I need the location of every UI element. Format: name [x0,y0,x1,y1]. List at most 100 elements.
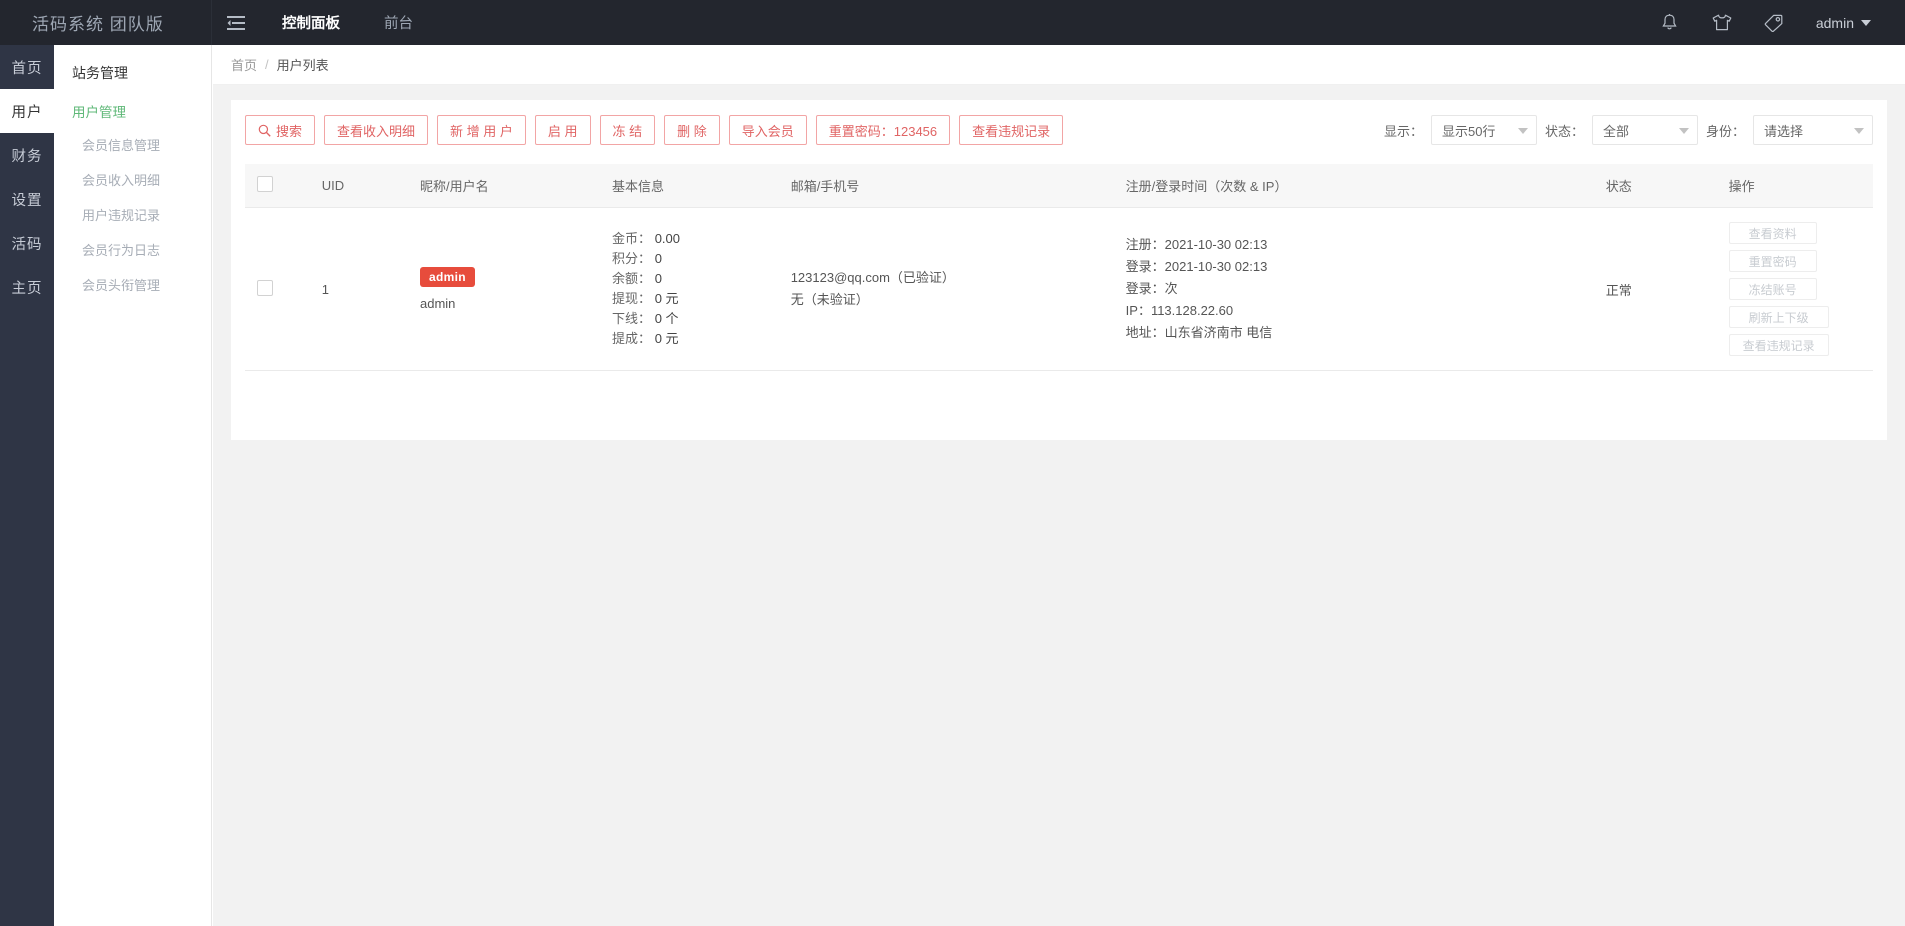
col-header-status: 状态 [1593,164,1717,208]
contact-email: 123123@qq.com（已验证） [790,270,955,285]
basic-info-balance-key: 余额： [612,271,652,286]
basic-info-withdraw-key: 提现： [612,291,652,306]
row-reset-password-button[interactable]: 重置密码 [1728,250,1817,272]
view-violation-records-button[interactable]: 查看违规记录 [959,115,1064,145]
col-header-time: 注册/登录时间（次数 & IP） [1113,164,1594,208]
row-view-violation-button[interactable]: 查看违规记录 [1728,334,1829,356]
subnav-item-member-income[interactable]: 会员收入明细 [54,162,211,197]
basic-info-balance: 余额： 0 [612,269,767,289]
breadcrumb-separator: / [265,57,269,72]
subnav-group-user-management[interactable]: 用户管理 [54,93,211,127]
search-button[interactable]: 搜索 [245,115,316,145]
header-right: admin [1644,0,1905,45]
cell-uid: 1 [309,207,408,371]
user-list-card: 搜索 查看收入明细 新 增 用 户 启 用 冻 结 删 除 导入会员 重置密码：… [231,100,1887,440]
main-content: 首页 / 用户列表 搜索 查看收入明细 新 增 用 户 启 用 冻 结 删 除 … [213,45,1905,926]
freeze-account-button[interactable]: 冻结账号 [1728,278,1817,300]
cell-basic-info: 金币： 0.00 积分： 0 余额： 0 提现： 0 元 下线： 0 个 提成：… [600,207,779,371]
role-badge: admin [420,267,475,287]
select-all-checkbox[interactable] [257,176,273,192]
login-time: 登录：2021-10-30 02:13 [1125,259,1268,274]
freeze-button[interactable]: 冻 结 [599,115,656,145]
subnav-item-behavior-log[interactable]: 会员行为日志 [54,232,211,267]
primary-sidebar: 首页 用户 财务 设置 活码 主页 [0,45,54,926]
user-menu-label: admin [1815,14,1854,31]
row-select-cell [245,207,310,371]
user-menu[interactable]: admin [1800,0,1877,45]
col-header-uid: UID [309,164,408,208]
role-filter-label: 身份： [1705,123,1745,139]
basic-info-downline: 下线： 0 个 [612,309,767,329]
login-ip: IP：113.128.22.60 [1125,303,1234,318]
view-profile-button[interactable]: 查看资料 [1728,222,1817,244]
bell-icon[interactable] [1644,0,1696,45]
role-filter-select[interactable]: 请选择 [1753,115,1873,145]
sidebar-item-finance[interactable]: 财务 [0,133,54,177]
table-row: 1 admin admin 金币： 0.00 积分： 0 余额： 0 提现： 0… [245,207,1873,371]
username-text: admin [420,296,456,311]
breadcrumb-home[interactable]: 首页 [231,55,257,74]
cell-contact: 123123@qq.com（已验证） 无（未验证） [778,207,1114,371]
user-table-head: UID 昵称/用户名 基本信息 邮箱/手机号 注册/登录时间（次数 & IP） … [245,164,1873,208]
sidebar-item-home[interactable]: 首页 [0,45,54,89]
basic-info-commission-value: 0 元 [654,331,679,346]
register-time: 注册：2021-10-30 02:13 [1125,237,1268,252]
chevron-down-icon [1678,128,1689,134]
col-header-operation: 操作 [1716,164,1873,208]
subnav-item-violation-records[interactable]: 用户违规记录 [54,197,211,232]
app-header: 活码系统 团队版 控制面板 前台 admin [0,0,1905,45]
sidebar-item-settings[interactable]: 设置 [0,177,54,221]
chevron-down-icon [1517,128,1528,134]
row-checkbox[interactable] [257,279,273,296]
basic-info-withdraw: 提现： 0 元 [612,289,767,309]
cell-status: 正常 [1593,207,1717,371]
col-header-basic-info: 基本信息 [600,164,779,208]
tab-control-panel[interactable]: 控制面板 [260,0,362,45]
sidebar-item-homepage[interactable]: 主页 [0,265,54,309]
basic-info-commission: 提成： 0 元 [612,329,767,349]
chevron-down-icon [1861,19,1871,26]
rows-per-page-label: 显示： [1383,123,1423,139]
login-count: 登录：次 [1125,281,1178,296]
basic-info-coins-key: 金币： [612,231,652,246]
refresh-hierarchy-button[interactable]: 刷新上下级 [1728,306,1829,328]
basic-info-coins-value: 0.00 [654,231,680,246]
filter-group: 显示： 显示50行 状态： 全部 身份： 请选择 [1384,115,1873,145]
import-members-button[interactable]: 导入会员 [728,115,807,145]
select-all-header [245,164,310,208]
breadcrumb: 首页 / 用户列表 [213,45,1905,85]
basic-info-downline-value: 0 个 [654,311,679,326]
basic-info-coins: 金币： 0.00 [612,229,767,249]
view-income-detail-button[interactable]: 查看收入明细 [324,115,429,145]
tag-icon[interactable] [1748,0,1800,45]
col-header-contact: 邮箱/手机号 [778,164,1114,208]
app-brand: 活码系统 团队版 [0,0,212,45]
login-location: 地址：山东省济南市 电信 [1125,325,1273,340]
enable-button[interactable]: 启 用 [534,115,591,145]
basic-info-points-value: 0 [654,251,662,266]
tshirt-icon[interactable] [1696,0,1748,45]
search-button-label: 搜索 [276,123,303,139]
menu-collapse-icon[interactable] [212,0,260,45]
reset-password-button[interactable]: 重置密码：123456 [815,115,951,145]
rows-per-page-select[interactable]: 显示50行 [1430,115,1537,145]
status-filter-select[interactable]: 全部 [1591,115,1698,145]
cell-time-info: 注册：2021-10-30 02:13 登录：2021-10-30 02:13 … [1113,207,1594,371]
breadcrumb-current: 用户列表 [276,58,329,73]
user-table-body: 1 admin admin 金币： 0.00 积分： 0 余额： 0 提现： 0… [245,207,1873,371]
basic-info-points-key: 积分： [612,251,652,266]
sidebar-item-livecode[interactable]: 活码 [0,221,54,265]
role-filter-value: 请选择 [1764,123,1804,139]
delete-button[interactable]: 删 除 [664,115,720,145]
action-toolbar: 搜索 查看收入明细 新 增 用 户 启 用 冻 结 删 除 导入会员 重置密码：… [245,114,1873,146]
subnav-item-member-info[interactable]: 会员信息管理 [54,127,211,162]
subnav-title: 站务管理 [72,65,128,81]
basic-info-downline-key: 下线： [612,311,652,326]
subnav-item-member-title[interactable]: 会员头衔管理 [54,267,211,302]
add-user-button[interactable]: 新 增 用 户 [437,115,526,145]
status-filter-label: 状态： [1544,123,1584,139]
tab-frontend[interactable]: 前台 [362,0,435,45]
status-filter-value: 全部 [1602,123,1629,139]
sidebar-item-users[interactable]: 用户 [0,89,54,133]
contact-phone: 无（未验证） [790,292,869,307]
